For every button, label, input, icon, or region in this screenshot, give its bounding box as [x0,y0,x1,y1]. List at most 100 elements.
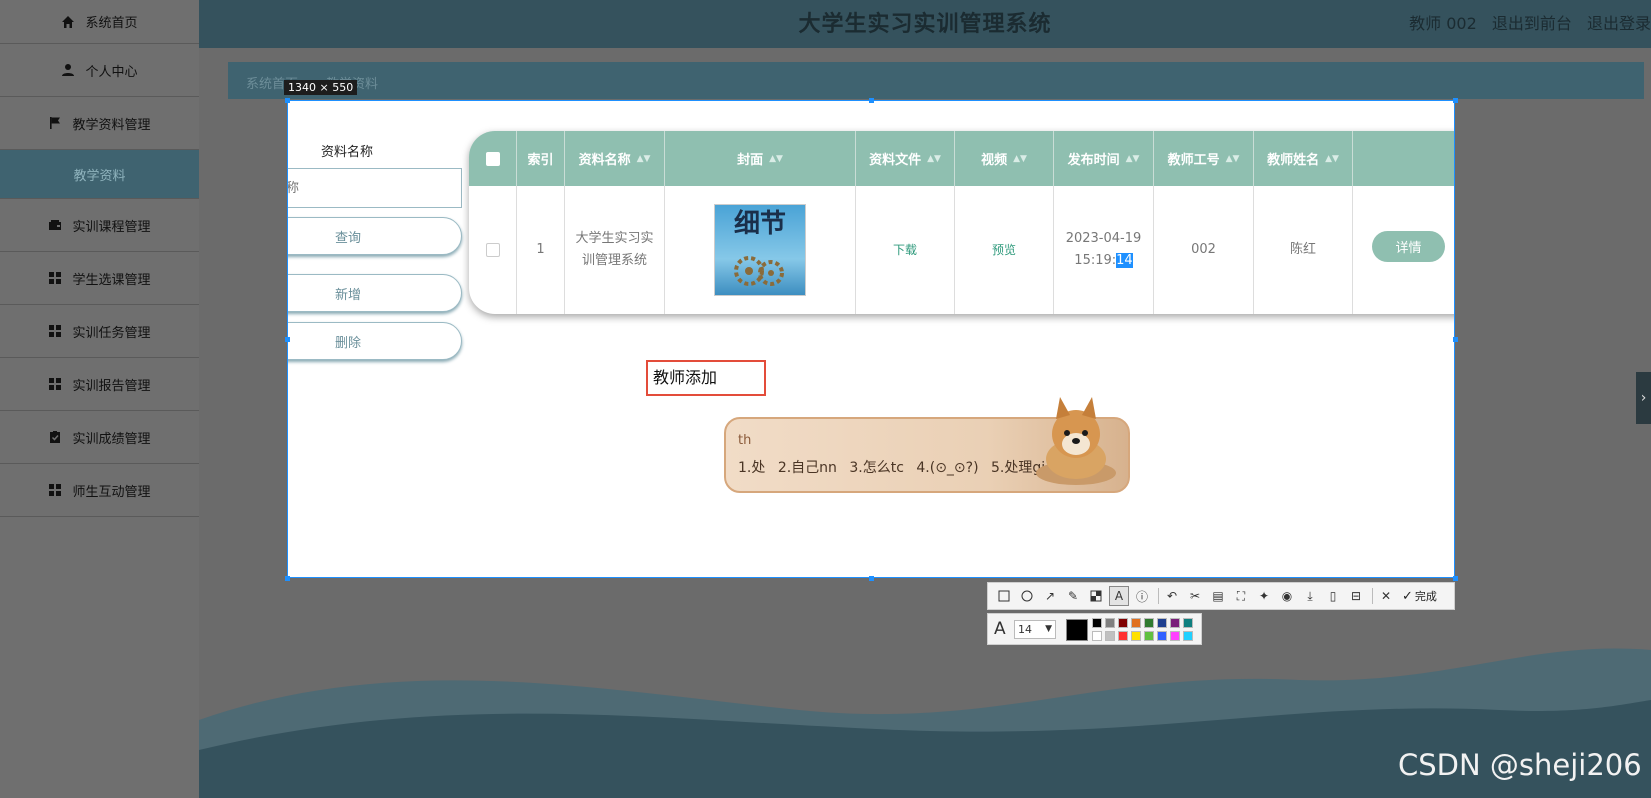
color-swatch[interactable] [1157,618,1167,628]
back-to-front-link[interactable]: 退出到前台 [1492,14,1572,33]
annotation-text-box[interactable]: 教师添加 [646,360,766,396]
column-header[interactable]: 封面 ▲▼ [665,131,856,186]
ime-candidate[interactable]: 2.自己nn [778,460,837,476]
sidebar-item-task-mgmt[interactable]: 实训任务管理 [0,305,199,358]
sidebar-item-teaching-materials[interactable]: 教学资料 [0,150,199,199]
ime-candidate[interactable]: 1.处 [738,460,765,476]
column-header[interactable]: 教师工号 ▲▼ [1154,131,1254,186]
done-button[interactable]: ✓ 完成 [1402,588,1437,604]
color-swatch[interactable] [1131,631,1141,641]
ime-candidate[interactable]: 4.(⊙_⊙?) [916,460,978,476]
scissors-icon[interactable]: ✂ [1185,586,1205,606]
column-header[interactable]: 资料文件 ▲▼ [856,131,955,186]
download-link[interactable]: 下载 [893,239,917,261]
font-size-select[interactable]: 14 ▼ [1014,620,1056,639]
ime-candidates: 1.处 2.自己nn 3.怎么tc 4.(⊙_⊙?) 5.处理gj › [738,457,1071,477]
sidebar-item-course-selection-mgmt[interactable]: 学生选课管理 [0,252,199,305]
grid-icon [48,483,62,497]
arrow-icon[interactable]: ↗ [1040,586,1060,606]
dog-skin-image [1036,397,1116,485]
resize-handle[interactable] [285,576,290,581]
color-swatch[interactable] [1144,631,1154,641]
sidebar-item-home[interactable]: 系统首页 [0,0,199,44]
rectangle-icon[interactable] [994,586,1014,606]
gears-icon [734,256,784,286]
pin-icon[interactable]: ✦ [1254,586,1274,606]
color-swatch[interactable] [1092,618,1102,628]
ocr-icon[interactable]: ▤ [1208,586,1228,606]
flag-icon [48,116,62,130]
sort-icon: ▲▼ [1125,153,1140,164]
color-swatch[interactable] [1144,618,1154,628]
sidebar-item-interaction-mgmt[interactable]: 师生互动管理 [0,464,199,517]
color-swatch[interactable] [1183,631,1193,641]
color-swatch[interactable] [1170,631,1180,641]
undo-icon[interactable]: ↶ [1162,586,1182,606]
sidebar-item-label: 系统首页 [85,16,138,31]
sidebar-item-report-mgmt[interactable]: 实训报告管理 [0,358,199,411]
cover-image[interactable]: 细节 [714,204,806,296]
record-icon[interactable]: ◉ [1277,586,1297,606]
color-swatch[interactable] [1170,618,1180,628]
close-icon[interactable]: ✕ [1376,586,1396,606]
name-cell: 大学生实习实训管理系统 [565,186,665,314]
sidebar-item-label: 实训任务管理 [72,325,151,341]
resize-handle[interactable] [1453,337,1458,342]
select-all-checkbox[interactable] [485,151,500,166]
teacher-name-cell: 陈红 [1254,186,1353,314]
sidebar-item-profile[interactable]: 个人中心 [0,44,199,97]
column-header[interactable]: 教师姓名 ▲▼ [1254,131,1353,186]
search-input[interactable] [288,168,462,208]
search-label: 资料名称 [321,145,374,160]
color-swatch[interactable] [1105,631,1115,641]
resize-handle[interactable] [1453,576,1458,581]
resize-handle[interactable] [1453,98,1458,103]
capture-size-label: 1340 × 550 [284,80,358,95]
color-swatch[interactable] [1157,631,1167,641]
side-expand-tab[interactable]: › [1636,372,1651,424]
pencil-icon[interactable]: ✎ [1063,586,1083,606]
resize-handle[interactable] [869,98,874,103]
bookmark-icon[interactable]: ⊟ [1346,586,1366,606]
color-swatch[interactable] [1118,618,1128,628]
color-swatch[interactable] [1131,618,1141,628]
column-header[interactable]: 资料名称 ▲▼ [565,131,665,186]
resize-handle[interactable] [285,337,290,342]
column-header[interactable]: 视频 ▲▼ [955,131,1054,186]
capture-toolbar: ↗ ✎ A ⓘ ↶ ✂ ▤ ⛶ ✦ ◉ ⤓ ▯ ⊟ ✕ ✓ 完成 [987,582,1455,610]
query-button[interactable]: 查询 [288,217,462,255]
mosaic-icon[interactable] [1086,586,1106,606]
row-checkbox[interactable] [485,243,500,257]
text-tool-icon[interactable]: A [1109,586,1129,606]
sidebar-item-course-mgmt[interactable]: 实训课程管理 [0,199,199,252]
logout-link[interactable]: 退出登录 [1587,14,1651,33]
save-icon[interactable]: ⤓ [1300,586,1320,606]
color-swatch[interactable] [1092,631,1102,641]
color-swatch[interactable] [1183,618,1193,628]
resize-handle[interactable] [285,98,290,103]
resize-handle[interactable] [869,576,874,581]
sidebar-item-grade-mgmt[interactable]: 实训成绩管理 [0,411,199,464]
current-color-swatch[interactable] [1066,619,1088,641]
text-style-toolbar: A 14 ▼ [987,613,1202,645]
capture-region[interactable]: 资料名称 查询 新增 删除 索引 资料名称▲▼ 封面▲▼ 资料文件▲▼ 视频▲▼… [287,100,1455,578]
long-screenshot-icon[interactable]: ⛶ [1231,586,1251,606]
materials-table: 索引 资料名称 ▲▼ 封面 ▲▼ 资料文件 ▲▼ 视频 ▲▼ 发布时间 ▲▼ 教师工号 ▲▼… [469,131,1454,314]
color-swatch[interactable] [1105,618,1115,628]
home-icon [61,15,75,29]
detail-button[interactable]: 详情 [1372,231,1445,262]
sidebar-item-label: 教学资料管理 [72,117,151,133]
grid-icon [48,271,62,285]
column-header[interactable]: 发布时间 ▲▼ [1054,131,1154,186]
chevron-down-icon: ▼ [1045,624,1052,634]
color-swatch[interactable] [1118,631,1128,641]
preview-link[interactable]: 预览 [992,239,1016,261]
sidebar-item-teaching-materials-mgmt[interactable]: 教学资料管理 [0,97,199,150]
add-button[interactable]: 新增 [288,274,462,312]
batch-delete-button[interactable]: 删除 [288,322,462,360]
phone-icon[interactable]: ▯ [1323,586,1343,606]
ellipse-icon[interactable] [1017,586,1037,606]
number-marker-icon[interactable]: ⓘ [1132,586,1152,606]
ime-candidate[interactable]: 3.怎么tc [849,460,904,476]
toolbar-divider [1372,588,1373,604]
